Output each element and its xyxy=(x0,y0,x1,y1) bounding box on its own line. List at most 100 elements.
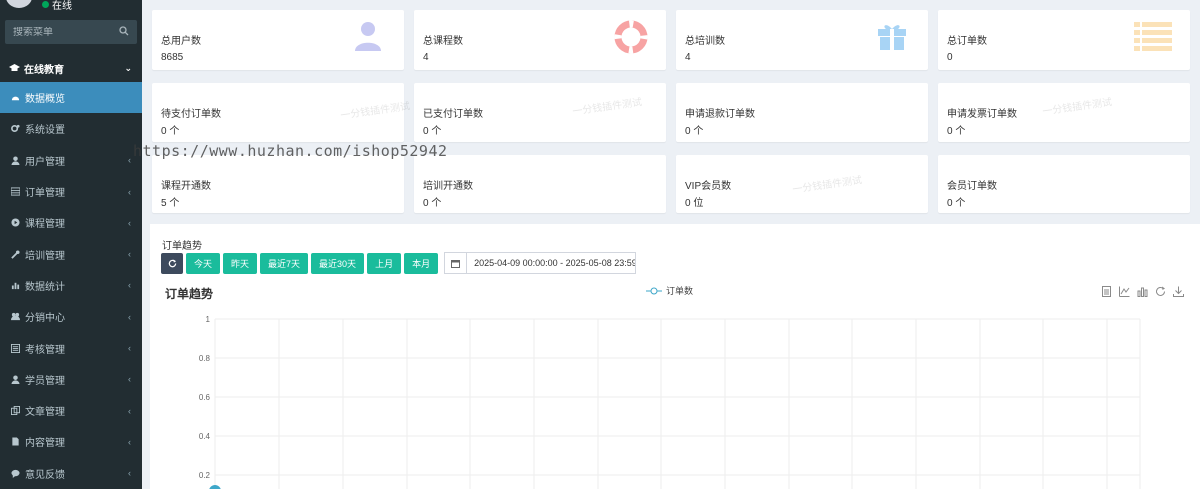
stat-label: 课程开通数 xyxy=(161,181,211,192)
total-trainings-card: 总培训数 4 xyxy=(676,10,928,70)
list-alt-icon xyxy=(11,343,20,353)
yesterday-button[interactable]: 昨天 xyxy=(223,252,258,274)
sidebar-item-students[interactable]: 学员管理 ‹ xyxy=(0,364,142,395)
refresh-button[interactable] xyxy=(161,252,183,274)
cogs-icon xyxy=(11,124,20,133)
chevron-left-icon: ‹ xyxy=(128,468,131,479)
stat-value: 5 个 xyxy=(161,198,180,209)
stat-value: 0 个 xyxy=(947,126,966,137)
stat-label: VIP会员数 xyxy=(685,181,732,192)
last-30-days-button[interactable]: 最近30天 xyxy=(311,252,365,274)
stat-value: 0 个 xyxy=(947,198,966,209)
sidebar-item-statistics[interactable]: 数据统计 ‹ xyxy=(0,270,142,301)
total-users-card: 总用户数 8685 xyxy=(152,10,404,70)
stat-value: 0 个 xyxy=(685,126,704,137)
online-dot-icon xyxy=(42,1,49,8)
stat-label: 总课程数 xyxy=(423,36,463,47)
date-filter-toolbar: 今天 昨天 最近7天 最近30天 上月 本月 xyxy=(161,252,637,274)
this-month-button[interactable]: 本月 xyxy=(404,252,439,274)
sidebar-item-feedback[interactable]: 意见反馈 ‹ xyxy=(0,458,142,489)
avatar[interactable] xyxy=(6,0,32,8)
legend-line-icon xyxy=(646,287,662,294)
total-orders-card: 总订单数 0 xyxy=(938,10,1190,70)
sidebar-item-assessment[interactable]: 考核管理 ‹ xyxy=(0,332,142,363)
order-trend-chart: 1 0.8 0.6 0.4 0.2 xyxy=(199,315,1141,489)
chevron-left-icon: ‹ xyxy=(128,311,131,322)
chart-title: 订单趋势 xyxy=(165,287,214,301)
data-point[interactable] xyxy=(209,485,221,489)
sidebar-item-label: 数据统计 xyxy=(25,281,65,293)
stat-value: 0 xyxy=(947,52,953,63)
chart-toolbox xyxy=(1101,286,1184,297)
sidebar: 在线 在线教育 ⌄ 数据概览系统设置用户管理‹订单管理‹课程管理‹培训管理‹数据… xyxy=(0,0,142,489)
chart-legend[interactable]: 订单数 xyxy=(646,284,693,297)
today-button[interactable]: 今天 xyxy=(186,252,221,274)
sidebar-item-label: 内容管理 xyxy=(25,438,65,450)
sidebar-item-label: 系统设置 xyxy=(25,125,65,137)
date-range-picker xyxy=(444,252,637,274)
stat-label: 会员订单数 xyxy=(947,181,997,192)
sidebar-item-training[interactable]: 培训管理 ‹ xyxy=(0,238,142,269)
sidebar-item-label: 订单管理 xyxy=(25,188,65,200)
stat-value: 4 xyxy=(423,52,429,63)
user-icon xyxy=(11,375,20,384)
main-content: 总用户数 8685 总课程数 4 总培训数 4 总订单数 0 待支付订单数 0 个 已支付订单数 0 … xyxy=(142,0,1200,489)
sidebar-search xyxy=(5,20,137,44)
line-chart-icon[interactable] xyxy=(1119,286,1130,297)
last-month-button[interactable]: 上月 xyxy=(367,252,402,274)
stat-label: 培训开通数 xyxy=(423,181,473,192)
sidebar-item-settings[interactable]: 系统设置 xyxy=(0,113,142,144)
sidebar-item-users[interactable]: 用户管理 ‹ xyxy=(0,145,142,176)
chevron-left-icon: ‹ xyxy=(128,249,131,260)
sidebar-item-orders[interactable]: 订单管理 ‹ xyxy=(0,176,142,207)
sidebar-item-label: 意见反馈 xyxy=(25,469,65,481)
stat-value: 0 个 xyxy=(161,126,180,137)
comments-icon xyxy=(11,469,20,478)
play-circle-icon xyxy=(11,218,20,227)
user-panel: 在线 xyxy=(0,0,142,12)
bar-chart-icon xyxy=(11,281,20,290)
stat-value: 8685 xyxy=(161,52,184,63)
sidebar-item-dashboard[interactable]: 数据概览 xyxy=(0,82,142,114)
sidebar-item-label: 文章管理 xyxy=(25,407,65,419)
sidebar-item-label: 用户管理 xyxy=(25,156,65,168)
sidebar-item-label: 培训管理 xyxy=(25,250,65,262)
date-range-input[interactable] xyxy=(467,253,636,273)
chevron-left-icon: ‹ xyxy=(128,280,131,291)
stat-value: 4 xyxy=(685,52,691,63)
download-icon[interactable] xyxy=(1173,286,1184,297)
sidebar-item-courses[interactable]: 课程管理 ‹ xyxy=(0,207,142,238)
stat-label: 已支付订单数 xyxy=(423,109,483,120)
wrench-icon xyxy=(11,250,20,259)
member-orders-card: 会员订单数 0 个 xyxy=(938,155,1190,213)
online-status: 在线 xyxy=(42,0,72,12)
calendar-icon[interactable] xyxy=(445,253,468,273)
stat-label: 申请退款订单数 xyxy=(685,109,755,120)
sidebar-item-articles[interactable]: 文章管理 ‹ xyxy=(0,395,142,426)
y-tick-label: 0.4 xyxy=(199,432,211,441)
sidebar-item-label: 学员管理 xyxy=(25,375,65,387)
sidebar-item-distribution[interactable]: 分销中心 ‹ xyxy=(0,301,142,332)
bar-chart-icon[interactable] xyxy=(1137,286,1148,297)
chevron-down-icon: ⌄ xyxy=(124,62,132,73)
users-icon xyxy=(11,312,20,321)
stat-value: 0 个 xyxy=(423,198,442,209)
copy-icon xyxy=(11,406,20,416)
course-activations-card: 课程开通数 5 个 xyxy=(152,155,404,213)
site-watermark: https://www.huzhan.com/ishop52942 xyxy=(133,142,448,160)
paid-orders-card: 已支付订单数 0 个 xyxy=(414,83,666,142)
restore-icon[interactable] xyxy=(1155,286,1166,297)
sidebar-section-online-education[interactable]: 在线教育 ⌄ xyxy=(0,54,142,82)
dashboard-icon xyxy=(11,93,20,102)
stat-label: 申请发票订单数 xyxy=(947,109,1017,120)
data-view-icon[interactable] xyxy=(1101,286,1112,297)
search-input[interactable] xyxy=(13,26,113,38)
user-icon xyxy=(11,156,20,165)
list-icon xyxy=(1134,20,1172,52)
refresh-icon xyxy=(168,258,176,267)
sidebar-item-content[interactable]: 内容管理 ‹ xyxy=(0,426,142,457)
y-tick-label: 0.6 xyxy=(199,393,211,402)
chevron-left-icon: ‹ xyxy=(128,405,131,416)
last-7-days-button[interactable]: 最近7天 xyxy=(260,252,309,274)
search-icon[interactable] xyxy=(119,25,129,39)
